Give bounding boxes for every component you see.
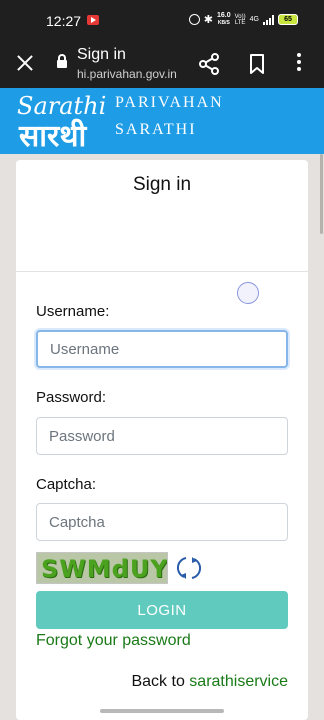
status-bar: 12:27 ✱ 16.0 KB/S Vo)) LTE 4G 65: [0, 0, 324, 40]
alarm-icon: [188, 14, 200, 25]
username-label: Username:: [36, 303, 110, 320]
back-to-text: Back to: [131, 673, 185, 690]
lock-icon[interactable]: [57, 54, 67, 68]
volte-indicator: Vo)) LTE: [235, 14, 246, 26]
volte-bottom: LTE: [234, 19, 246, 26]
close-icon[interactable]: [14, 52, 36, 74]
status-time: 12:27: [46, 13, 82, 29]
captcha-input[interactable]: [36, 503, 288, 541]
touch-indicator: [237, 282, 259, 304]
captcha-text: SWMdUY: [41, 555, 168, 583]
logo-hindi: सारथी: [19, 119, 87, 154]
youtube-notification-icon: [87, 15, 99, 25]
header-title-line2: SARATHI: [115, 121, 197, 138]
captcha-image: SWMdUY: [36, 552, 168, 584]
login-button[interactable]: LOGIN: [36, 591, 288, 629]
network-speed-value: 16.0: [217, 12, 231, 19]
back-to-row: Back to sarathiservice: [131, 673, 288, 691]
browser-url[interactable]: hi.parivahan.gov.in: [77, 67, 177, 81]
card-divider: [16, 271, 308, 272]
network-speed-unit: KB/S: [217, 20, 230, 26]
forgot-password-link[interactable]: Forgot your password: [36, 632, 191, 650]
header-title-line1: PARIVAHAN: [115, 94, 224, 111]
network-type: 4G: [249, 16, 259, 23]
password-input[interactable]: [36, 417, 288, 455]
gesture-nav-handle[interactable]: [100, 709, 224, 713]
username-input[interactable]: [36, 330, 288, 368]
browser-title[interactable]: Sign in: [77, 46, 126, 64]
sarathiservice-link[interactable]: sarathiservice: [189, 673, 288, 690]
password-label: Password:: [36, 389, 107, 406]
browser-toolbar: Sign in hi.parivahan.gov.in: [0, 40, 324, 88]
signal-icon: [263, 14, 274, 25]
bluetooth-icon: ✱: [203, 14, 214, 26]
bookmark-icon[interactable]: [249, 54, 265, 74]
signin-card: Sign in Username: Password: Captcha: SWM…: [16, 160, 308, 720]
site-header: Sarathi सारथी PARIVAHAN SARATHI: [0, 88, 324, 154]
share-icon[interactable]: [197, 52, 221, 76]
captcha-label: Captcha:: [36, 476, 97, 493]
battery-icon: 65: [278, 14, 298, 25]
page-scrollbar[interactable]: [320, 154, 323, 234]
more-vert-icon[interactable]: [296, 53, 302, 75]
refresh-captcha-icon[interactable]: [176, 554, 202, 582]
network-speed: 16.0 KB/S: [217, 12, 231, 27]
status-indicators: ✱ 16.0 KB/S Vo)) LTE 4G 65: [188, 12, 298, 27]
card-title: Sign in: [132, 174, 192, 195]
